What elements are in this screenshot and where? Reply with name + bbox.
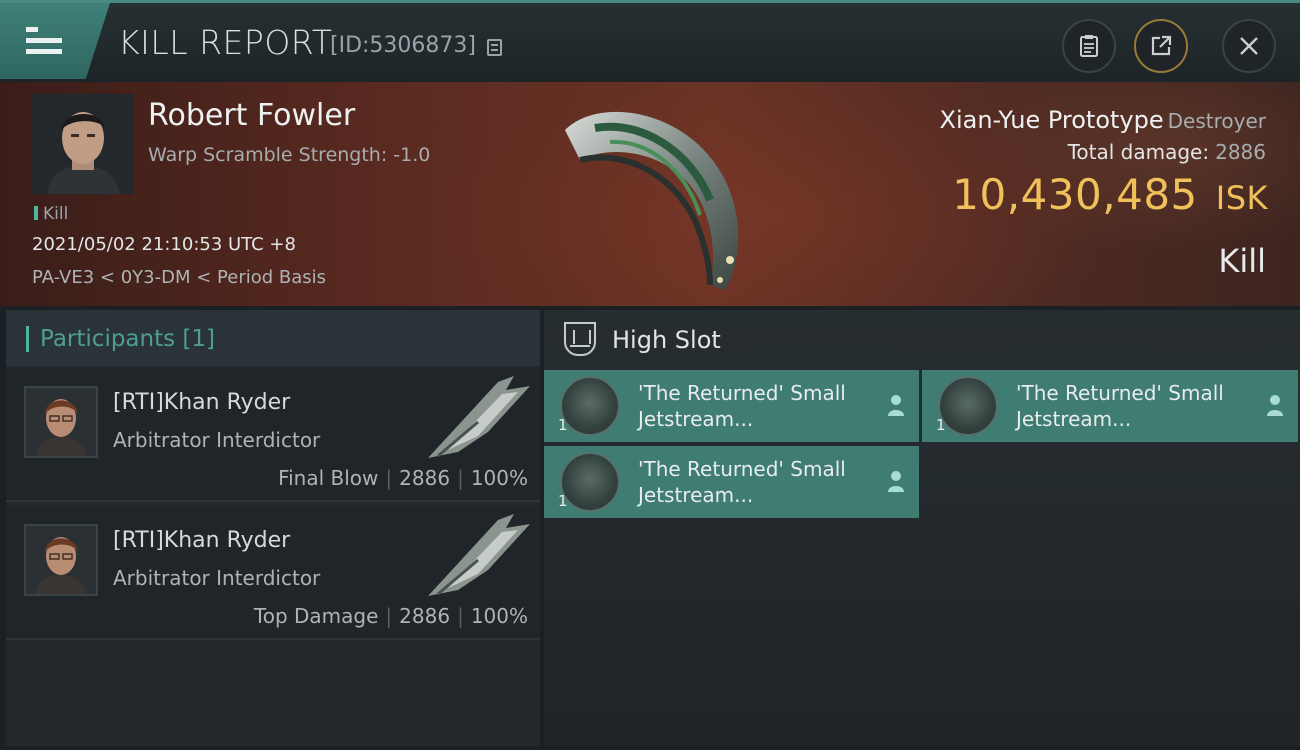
module-name: 'The Returned' Small Jetstream...	[1016, 380, 1256, 432]
participant-row[interactable]: [RTI]Khan Ryder Arbitrator Interdictor T…	[6, 506, 540, 640]
isk-value: 10,430,485 ISK	[952, 170, 1268, 219]
participant-avatar	[24, 386, 98, 458]
kill-location: PA-VE3 < 0Y3-DM < Period Basis	[32, 267, 327, 288]
module-name: 'The Returned' Small Jetstream...	[638, 456, 878, 508]
close-button[interactable]	[1222, 19, 1276, 73]
module-quantity: 1	[936, 416, 946, 434]
module-name-line1: 'The Returned' Small	[638, 457, 846, 481]
module-name-line2: Jetstream...	[1016, 407, 1132, 431]
participant-percent: 100%	[470, 466, 528, 490]
participant-row[interactable]: [RTI]Khan Ryder Arbitrator Interdictor F…	[6, 368, 540, 502]
victim-ship-image[interactable]	[540, 90, 770, 300]
module-name-line1: 'The Returned' Small	[1016, 381, 1224, 405]
participant-stats: Final Blow | 2886 | 100%	[278, 466, 528, 490]
module-icon	[560, 452, 620, 512]
participant-name: [RTI]Khan Ryder	[113, 528, 291, 553]
copy-icon[interactable]	[487, 39, 502, 56]
pilot-icon	[888, 395, 904, 416]
page-title: KILL REPORT	[118, 23, 333, 62]
victim-ship-name: Xian-Yue Prototype	[939, 106, 1164, 134]
victim-ship-class: Destroyer	[1167, 109, 1266, 133]
slot-title: High Slot	[612, 326, 721, 354]
module-icon	[938, 376, 998, 436]
module-name: 'The Returned' Small Jetstream...	[638, 380, 878, 432]
share-button[interactable]	[1134, 19, 1188, 73]
clipboard-button[interactable]	[1062, 19, 1116, 73]
kill-banner: Robert Fowler Warp Scramble Strength: -1…	[0, 82, 1300, 306]
module-item[interactable]: 1 'The Returned' Small Jetstream...	[922, 370, 1298, 442]
victim-ship: Xian-Yue Prototype Destroyer	[940, 106, 1267, 134]
menu-icon	[26, 27, 62, 55]
clipboard-icon	[1080, 35, 1098, 57]
participant-ship: Arbitrator Interdictor	[113, 428, 321, 452]
module-item[interactable]: 1 'The Returned' Small Jetstream...	[544, 370, 919, 442]
high-slot-header: High Slot	[544, 310, 1300, 366]
participants-header[interactable]: Participants [1]	[6, 310, 540, 366]
participant-ship-image	[428, 376, 530, 458]
victim-portrait[interactable]	[32, 94, 133, 194]
participants-empty-area	[6, 644, 540, 746]
header-bar: KILL REPORT [ID:5306873]	[0, 0, 1300, 82]
participant-ship: Arbitrator Interdictor	[113, 566, 321, 590]
victim-name: Robert Fowler	[148, 98, 356, 133]
total-damage-value: 2886	[1215, 140, 1266, 164]
pilot-icon	[1267, 395, 1283, 416]
module-name-line1: 'The Returned' Small	[638, 381, 846, 405]
menu-button[interactable]	[0, 3, 110, 79]
high-slot-icon	[564, 322, 596, 356]
participant-avatar	[24, 524, 98, 596]
isk-amount: 10,430,485	[952, 170, 1198, 219]
report-id: [ID:5306873]	[330, 33, 476, 58]
close-icon	[1240, 37, 1258, 55]
participant-damage: 2886	[399, 466, 451, 490]
participant-ship-image	[428, 514, 530, 596]
fitting-panel: High Slot 1 'The Returned' Small Jetstre…	[544, 310, 1300, 746]
participants-label: Participants [1]	[40, 326, 215, 352]
total-damage-label: Total damage:	[1067, 140, 1210, 164]
module-name-line2: Jetstream...	[638, 483, 754, 507]
module-quantity: 1	[558, 416, 568, 434]
participant-role: Final Blow	[278, 466, 379, 490]
participant-percent: 100%	[470, 604, 528, 628]
participants-accent-bar	[26, 326, 29, 352]
share-icon	[1151, 35, 1172, 56]
participant-role: Top Damage	[253, 604, 379, 628]
module-icon	[560, 376, 620, 436]
module-quantity: 1	[558, 492, 568, 510]
kill-datetime: 2021/05/02 21:10:53 UTC +8	[32, 234, 296, 255]
participant-stats: Top Damage | 2886 | 100%	[253, 604, 528, 628]
warp-scramble-strength: Warp Scramble Strength: -1.0	[148, 144, 431, 166]
module-name-line2: Jetstream...	[638, 407, 754, 431]
module-item[interactable]: 1 'The Returned' Small Jetstream...	[544, 446, 919, 518]
isk-unit: ISK	[1215, 179, 1268, 217]
pilot-icon	[888, 471, 904, 492]
participants-panel: Participants [1] [RTI]Khan Ryder Arbitra…	[6, 310, 540, 746]
participant-damage: 2886	[399, 604, 451, 628]
result-label: Kill	[1218, 242, 1266, 280]
total-damage: Total damage: 2886	[1068, 140, 1266, 164]
kill-tag: Kill	[34, 204, 68, 224]
participant-name: [RTI]Khan Ryder	[113, 390, 291, 415]
